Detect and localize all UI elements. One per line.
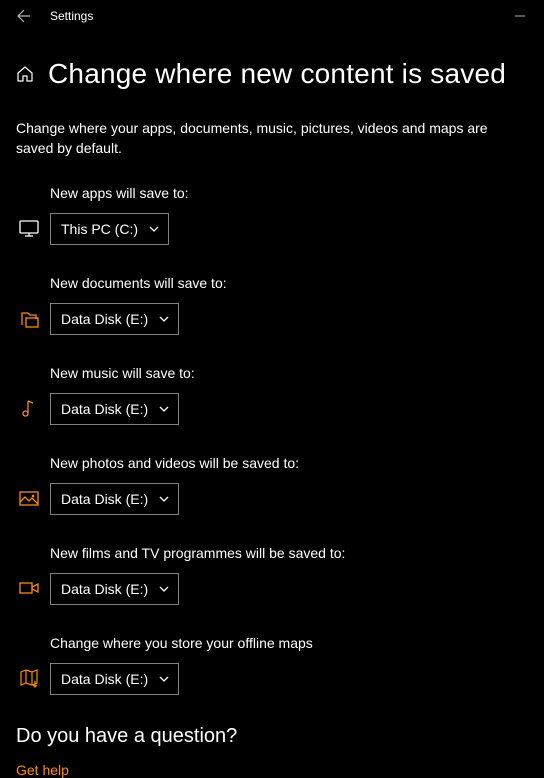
photos-icon — [14, 483, 44, 513]
minimize-icon — [514, 10, 526, 22]
window-title: Settings — [50, 9, 93, 23]
setting-music: New music will save to: Data Disk (E:) — [16, 365, 528, 425]
page-title: Change where new content is saved — [48, 58, 506, 90]
setting-documents-value: Data Disk (E:) — [61, 311, 148, 327]
home-icon[interactable] — [16, 65, 34, 83]
setting-films-dropdown[interactable]: Data Disk (E:) — [50, 573, 179, 605]
page-description: Change where your apps, documents, music… — [16, 118, 528, 159]
setting-music-label: New music will save to: — [50, 365, 528, 381]
setting-photos-dropdown[interactable]: Data Disk (E:) — [50, 483, 179, 515]
setting-apps-dropdown[interactable]: This PC (C:) — [50, 213, 169, 245]
setting-documents: New documents will save to: Data Disk (E… — [16, 275, 528, 335]
chevron-down-icon — [158, 313, 170, 325]
setting-maps-value: Data Disk (E:) — [61, 671, 148, 687]
setting-music-dropdown[interactable]: Data Disk (E:) — [50, 393, 179, 425]
setting-photos-value: Data Disk (E:) — [61, 491, 148, 507]
setting-films-value: Data Disk (E:) — [61, 581, 148, 597]
arrow-left-icon — [16, 8, 32, 24]
films-icon — [14, 573, 44, 603]
chevron-down-icon — [158, 493, 170, 505]
back-button[interactable] — [8, 0, 40, 32]
footer-question: Do you have a question? — [16, 725, 528, 748]
setting-photos: New photos and videos will be saved to: … — [16, 455, 528, 515]
setting-documents-dropdown[interactable]: Data Disk (E:) — [50, 303, 179, 335]
music-icon — [14, 393, 44, 423]
setting-apps: New apps will save to: This PC (C:) — [16, 185, 528, 245]
chevron-down-icon — [158, 403, 170, 415]
setting-music-value: Data Disk (E:) — [61, 401, 148, 417]
setting-films: New films and TV programmes will be save… — [16, 545, 528, 605]
content-area: Change where new content is saved Change… — [0, 32, 544, 778]
setting-photos-label: New photos and videos will be saved to: — [50, 455, 528, 471]
minimize-button[interactable] — [504, 0, 536, 32]
chevron-down-icon — [158, 673, 170, 685]
setting-apps-value: This PC (C:) — [61, 221, 138, 237]
setting-films-label: New films and TV programmes will be save… — [50, 545, 528, 561]
footer: Do you have a question? Get help — [16, 725, 528, 778]
chevron-down-icon — [148, 223, 160, 235]
maps-icon — [14, 663, 44, 693]
documents-icon — [14, 303, 44, 333]
setting-maps-label: Change where you store your offline maps — [50, 635, 528, 651]
setting-maps: Change where you store your offline maps… — [16, 635, 528, 695]
chevron-down-icon — [158, 583, 170, 595]
apps-icon — [14, 213, 44, 243]
setting-maps-dropdown[interactable]: Data Disk (E:) — [50, 663, 179, 695]
setting-documents-label: New documents will save to: — [50, 275, 528, 291]
settings-list: New apps will save to: This PC (C:) New … — [16, 185, 528, 695]
page-header: Change where new content is saved — [16, 58, 528, 90]
setting-apps-label: New apps will save to: — [50, 185, 528, 201]
get-help-link[interactable]: Get help — [16, 762, 528, 778]
titlebar: Settings — [0, 0, 544, 32]
